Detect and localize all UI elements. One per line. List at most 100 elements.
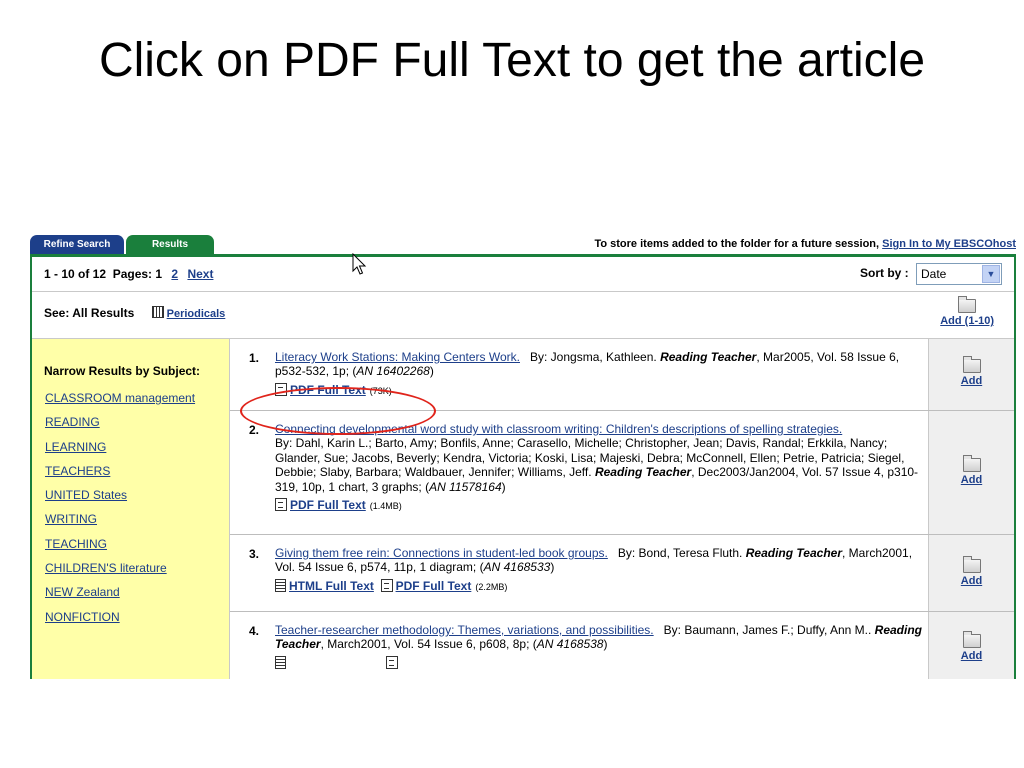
result-authors: By: Bond, Teresa Fluth. [617, 546, 743, 560]
subject-link[interactable]: NEW Zealand [45, 580, 195, 604]
result-title-link[interactable]: Giving them free rein: Connections in st… [275, 546, 608, 560]
result-content: 3. Giving them free rein: Connections in… [230, 535, 928, 611]
result-an: 11578164 [449, 479, 502, 494]
pager: 1 - 10 of 12 Pages: 1 2 Next [44, 267, 213, 281]
folder-note-text: To store items added to the folder for a… [594, 238, 880, 250]
result-an-label: AN [356, 364, 374, 379]
result-text: Teacher-researcher methodology: Themes, … [275, 623, 923, 670]
full-text-links [275, 655, 923, 670]
sort-select[interactable]: Date ▼ [916, 263, 1002, 285]
pages-label: Pages: 1 [112, 267, 163, 281]
result-authors: By: Jongsma, Kathleen. [530, 350, 657, 364]
result-an: 4168533 [503, 560, 551, 575]
full-text-links: HTML Full Text PDF Full Text (2.2MB) [275, 578, 923, 594]
sign-in-link[interactable]: Sign In to My EBSCOhost [882, 238, 1016, 250]
see-all-results-label: See: All Results [44, 306, 135, 320]
result-details-close: ) [603, 637, 608, 652]
pager-row: 1 - 10 of 12 Pages: 1 2 Next Sort by : D… [32, 257, 1014, 292]
result-title-link[interactable]: Teacher-researcher methodology: Themes, … [275, 623, 654, 637]
add-to-folder-cell: Add [928, 535, 1014, 611]
mouse-pointer-icon [352, 253, 367, 275]
subject-link[interactable]: LEARNING [45, 435, 195, 459]
add-all-to-folder[interactable]: Add (1-10) [940, 296, 994, 327]
result-item: 4. Teacher-researcher methodology: Theme… [230, 612, 1014, 679]
add-to-folder-cell: Add [928, 339, 1014, 410]
pdf-icon [380, 578, 393, 592]
chevron-down-icon[interactable]: ▼ [982, 265, 1000, 283]
result-text: Connecting developmental word study with… [275, 422, 923, 513]
add-to-folder[interactable]: Add [929, 356, 1014, 387]
slide-title: Click on PDF Full Text to get the articl… [98, 34, 926, 87]
add-to-folder-cell: Add [928, 411, 1014, 534]
result-details-close: ) [550, 560, 555, 575]
result-an-label: AN [536, 637, 554, 652]
see-results: See: All Results Periodicals [44, 306, 225, 320]
subject-link[interactable]: CLASSROOM management [45, 386, 195, 410]
sort-label: Sort by : [859, 266, 909, 281]
pdf-icon [275, 498, 287, 512]
html-icon [275, 655, 286, 669]
add-link[interactable]: Add [961, 474, 982, 486]
tab-bar: Refine Search Results To store items add… [30, 233, 1016, 257]
result-journal: Reading Teacher [594, 465, 692, 480]
result-number: 4. [249, 624, 260, 638]
result-an-label: AN [483, 560, 501, 575]
html-full-text-link[interactable]: HTML Full Text [289, 579, 374, 593]
tab-results[interactable]: Results [126, 235, 214, 254]
pdf-size: (1.4MB) [369, 501, 402, 512]
subject-link[interactable]: READING [45, 410, 195, 434]
folder-icon [962, 356, 981, 373]
result-text: Giving them free rein: Connections in st… [275, 546, 923, 594]
result-an: 16402268 [376, 364, 430, 379]
folder-icon [962, 631, 981, 648]
add-link[interactable]: Add [961, 650, 982, 662]
result-authors: By: Baumann, James F.; Duffy, Ann M.. [663, 623, 872, 637]
add-all-link[interactable]: Add (1-10) [940, 315, 994, 327]
tab-refine-search[interactable]: Refine Search [30, 235, 124, 254]
add-to-folder-cell: Add [928, 612, 1014, 679]
pdf-full-text-link[interactable]: PDF Full Text [290, 498, 366, 512]
subject-link[interactable]: UNITED States [45, 483, 195, 507]
result-item: 3. Giving them free rein: Connections in… [230, 535, 1014, 612]
periodical-icon [151, 306, 164, 318]
pdf-icon [385, 655, 398, 669]
subject-link[interactable]: TEACHERS [45, 459, 195, 483]
ebsco-results-screenshot: Refine Search Results To store items add… [30, 233, 1016, 679]
see-row: See: All Results Periodicals Add (1-10) [32, 292, 1014, 339]
result-number: 2. [249, 423, 260, 437]
sort-control: Sort by : Date ▼ [860, 263, 1002, 285]
result-journal: Reading Teacher [660, 350, 757, 364]
subject-list: CLASSROOM management READING LEARNING TE… [45, 386, 195, 629]
result-an: 4168538 [556, 637, 604, 652]
result-number: 3. [249, 547, 260, 561]
pdf-size: (2.2MB) [475, 581, 508, 592]
subject-link[interactable]: WRITING [45, 507, 195, 531]
folder-session-note: To store items added to the folder for a… [594, 238, 1016, 250]
add-to-folder[interactable]: Add [929, 631, 1014, 662]
result-title-link[interactable]: Literacy Work Stations: Making Centers W… [275, 350, 520, 364]
next-page-link[interactable]: Next [187, 267, 213, 281]
subject-link[interactable]: TEACHING [45, 532, 195, 556]
result-an-label: AN [429, 479, 446, 494]
pdf-full-text-link[interactable]: PDF Full Text [396, 579, 472, 593]
result-number: 1. [249, 351, 260, 365]
narrow-by-subject-sidebar: Narrow Results by Subject: CLASSROOM man… [32, 339, 230, 679]
result-journal: Reading Teacher [745, 546, 842, 560]
add-to-folder[interactable]: Add [929, 556, 1014, 587]
sort-value: Date [921, 267, 947, 281]
add-to-folder[interactable]: Add [929, 455, 1014, 486]
folder-icon [962, 556, 981, 573]
subject-link[interactable]: CHILDREN'S literature [45, 556, 195, 580]
folder-icon [962, 455, 981, 472]
result-count: 1 - 10 of 12 [44, 267, 107, 281]
full-text-links: PDF Full Text (1.4MB) [275, 498, 923, 513]
add-link[interactable]: Add [961, 575, 982, 587]
add-link[interactable]: Add [961, 375, 982, 387]
annotation-circle [240, 387, 436, 435]
result-details-close: ) [429, 364, 434, 379]
page-2-link[interactable]: 2 [171, 267, 178, 281]
periodicals-link[interactable]: Periodicals [167, 308, 226, 320]
folder-icon [958, 296, 977, 313]
subject-link[interactable]: NONFICTION [45, 605, 195, 629]
result-details: , March2001, Vol. 54 Issue 6, p608, 8p; … [320, 637, 537, 652]
